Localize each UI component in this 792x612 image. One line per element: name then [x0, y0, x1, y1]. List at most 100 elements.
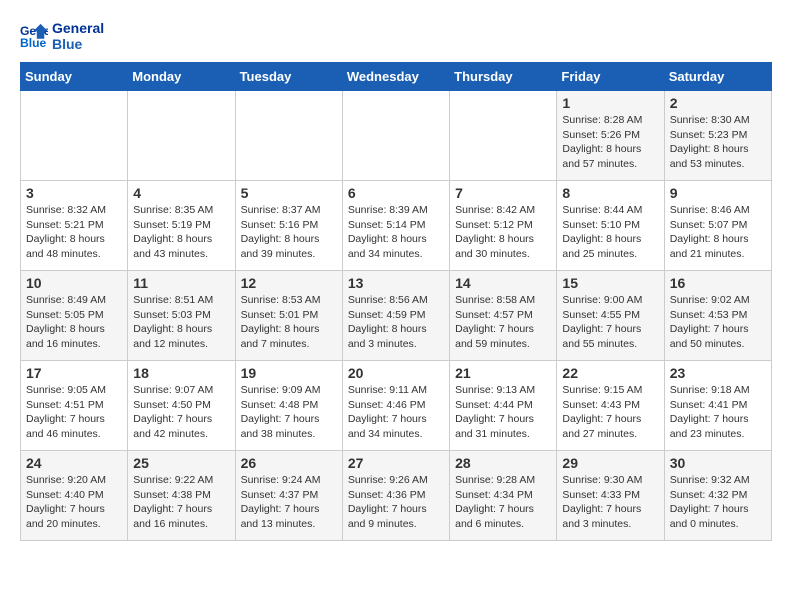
day-info: Sunrise: 9:05 AM Sunset: 4:51 PM Dayligh…: [26, 383, 122, 442]
day-number: 18: [133, 365, 229, 381]
day-number: 19: [241, 365, 337, 381]
calendar-cell: 25Sunrise: 9:22 AM Sunset: 4:38 PM Dayli…: [128, 451, 235, 541]
calendar-cell: 21 Sunrise: 9:13 AM Sunset: 4:44 PM Dayli…: [450, 361, 557, 451]
calendar-cell: 9 Sunrise: 8:46 AM Sunset: 5:07 PM Daylig…: [664, 181, 771, 271]
day-number: 6: [348, 185, 444, 201]
day-info: Sunrise: 8:51 AM Sunset: 5:03 PM Dayligh…: [133, 293, 229, 352]
day-number: 7: [455, 185, 551, 201]
calendar-cell: 30 Sunrise: 9:32 AM Sunset: 4:32 PM Dayli…: [664, 451, 771, 541]
day-info: Sunrise: 9:18 AM Sunset: 4:41 PM Dayligh…: [670, 383, 766, 442]
calendar-cell: 27 Sunrise: 9:26 AM Sunset: 4:36 PM Dayli…: [342, 451, 449, 541]
day-info: Sunrise: 8:30 AM Sunset: 5:23 PM Dayligh…: [670, 113, 766, 172]
day-info: Sunrise: 8:37 AM Sunset: 5:16 PM Dayligh…: [241, 203, 337, 262]
logo-blue: Blue: [52, 36, 104, 52]
calendar-cell: 16 Sunrise: 9:02 AM Sunset: 4:53 PM Dayli…: [664, 271, 771, 361]
day-info: Sunrise: 9:30 AM Sunset: 4:33 PM Dayligh…: [562, 473, 658, 532]
calendar-cell: 4 Sunrise: 8:35 AM Sunset: 5:19 PM Daylig…: [128, 181, 235, 271]
calendar-cell: 2 Sunrise: 8:30 AM Sunset: 5:23 PM Daylig…: [664, 91, 771, 181]
calendar-cell: 17 Sunrise: 9:05 AM Sunset: 4:51 PM Dayli…: [21, 361, 128, 451]
calendar-cell: 28 Sunrise: 9:28 AM Sunset: 4:34 PM Dayli…: [450, 451, 557, 541]
week-row-0: 1Sunrise: 8:28 AM Sunset: 5:26 PM Daylig…: [21, 91, 772, 181]
day-number: 29: [562, 455, 658, 471]
calendar-cell: 12Sunrise: 8:53 AM Sunset: 5:01 PM Dayli…: [235, 271, 342, 361]
day-info: Sunrise: 9:13 AM Sunset: 4:44 PM Dayligh…: [455, 383, 551, 442]
calendar-cell: 1Sunrise: 8:28 AM Sunset: 5:26 PM Daylig…: [557, 91, 664, 181]
day-info: Sunrise: 8:35 AM Sunset: 5:19 PM Dayligh…: [133, 203, 229, 262]
day-info: Sunrise: 9:32 AM Sunset: 4:32 PM Dayligh…: [670, 473, 766, 532]
day-number: 15: [562, 275, 658, 291]
day-number: 26: [241, 455, 337, 471]
day-number: 13: [348, 275, 444, 291]
calendar-cell: 18 Sunrise: 9:07 AM Sunset: 4:50 PM Dayli…: [128, 361, 235, 451]
day-info: Sunrise: 9:20 AM Sunset: 4:40 PM Dayligh…: [26, 473, 122, 532]
day-number: 24: [26, 455, 122, 471]
day-info: Sunrise: 9:28 AM Sunset: 4:34 PM Dayligh…: [455, 473, 551, 532]
calendar-cell: 14 Sunrise: 8:58 AM Sunset: 4:57 PM Dayli…: [450, 271, 557, 361]
day-number: 27: [348, 455, 444, 471]
day-info: Sunrise: 8:32 AM Sunset: 5:21 PM Dayligh…: [26, 203, 122, 262]
logo-general: General: [52, 20, 104, 36]
day-info: Sunrise: 9:15 AM Sunset: 4:43 PM Dayligh…: [562, 383, 658, 442]
day-info: Sunrise: 9:07 AM Sunset: 4:50 PM Dayligh…: [133, 383, 229, 442]
calendar-cell: 10 Sunrise: 8:49 AM Sunset: 5:05 PM Dayli…: [21, 271, 128, 361]
day-info: Sunrise: 9:24 AM Sunset: 4:37 PM Dayligh…: [241, 473, 337, 532]
day-info: Sunrise: 8:49 AM Sunset: 5:05 PM Dayligh…: [26, 293, 122, 352]
day-number: 11: [133, 275, 229, 291]
header-friday: Friday: [557, 63, 664, 91]
calendar-cell: [342, 91, 449, 181]
day-number: 23: [670, 365, 766, 381]
day-info: Sunrise: 8:44 AM Sunset: 5:10 PM Dayligh…: [562, 203, 658, 262]
day-number: 9: [670, 185, 766, 201]
day-info: Sunrise: 9:11 AM Sunset: 4:46 PM Dayligh…: [348, 383, 444, 442]
day-number: 3: [26, 185, 122, 201]
week-row-2: 10 Sunrise: 8:49 AM Sunset: 5:05 PM Dayli…: [21, 271, 772, 361]
calendar-cell: 6 Sunrise: 8:39 AM Sunset: 5:14 PM Daylig…: [342, 181, 449, 271]
day-number: 5: [241, 185, 337, 201]
calendar-cell: 20 Sunrise: 9:11 AM Sunset: 4:46 PM Dayli…: [342, 361, 449, 451]
header-tuesday: Tuesday: [235, 63, 342, 91]
calendar-cell: [450, 91, 557, 181]
day-number: 17: [26, 365, 122, 381]
day-number: 28: [455, 455, 551, 471]
calendar-cell: 19 Sunrise: 9:09 AM Sunset: 4:48 PM Dayli…: [235, 361, 342, 451]
day-number: 10: [26, 275, 122, 291]
calendar-table: SundayMondayTuesdayWednesdayThursdayFrid…: [20, 62, 772, 541]
day-number: 20: [348, 365, 444, 381]
calendar-cell: 23 Sunrise: 9:18 AM Sunset: 4:41 PM Dayli…: [664, 361, 771, 451]
day-info: Sunrise: 8:53 AM Sunset: 5:01 PM Dayligh…: [241, 293, 337, 352]
logo: General Blue General Blue: [20, 20, 104, 52]
calendar-cell: 8 Sunrise: 8:44 AM Sunset: 5:10 PM Daylig…: [557, 181, 664, 271]
header-saturday: Saturday: [664, 63, 771, 91]
day-info: Sunrise: 8:46 AM Sunset: 5:07 PM Dayligh…: [670, 203, 766, 262]
day-number: 25: [133, 455, 229, 471]
day-number: 22: [562, 365, 658, 381]
calendar-cell: 5 Sunrise: 8:37 AM Sunset: 5:16 PM Daylig…: [235, 181, 342, 271]
day-number: 2: [670, 95, 766, 111]
day-info: Sunrise: 8:58 AM Sunset: 4:57 PM Dayligh…: [455, 293, 551, 352]
header-monday: Monday: [128, 63, 235, 91]
calendar-cell: 29 Sunrise: 9:30 AM Sunset: 4:33 PM Dayli…: [557, 451, 664, 541]
day-info: Sunrise: 8:39 AM Sunset: 5:14 PM Dayligh…: [348, 203, 444, 262]
day-number: 8: [562, 185, 658, 201]
day-number: 4: [133, 185, 229, 201]
day-info: Sunrise: 9:09 AM Sunset: 4:48 PM Dayligh…: [241, 383, 337, 442]
calendar-cell: [128, 91, 235, 181]
header-sunday: Sunday: [21, 63, 128, 91]
day-info: Sunrise: 9:02 AM Sunset: 4:53 PM Dayligh…: [670, 293, 766, 352]
calendar-cell: 15Sunrise: 9:00 AM Sunset: 4:55 PM Dayli…: [557, 271, 664, 361]
day-number: 14: [455, 275, 551, 291]
header: General Blue General Blue: [20, 20, 772, 52]
day-info: Sunrise: 8:42 AM Sunset: 5:12 PM Dayligh…: [455, 203, 551, 262]
week-row-1: 3 Sunrise: 8:32 AM Sunset: 5:21 PM Daylig…: [21, 181, 772, 271]
calendar-cell: 26 Sunrise: 9:24 AM Sunset: 4:37 PM Dayli…: [235, 451, 342, 541]
logo-icon: General Blue: [20, 22, 48, 50]
day-number: 30: [670, 455, 766, 471]
calendar-cell: 11 Sunrise: 8:51 AM Sunset: 5:03 PM Dayli…: [128, 271, 235, 361]
day-number: 1: [562, 95, 658, 111]
day-info: Sunrise: 9:26 AM Sunset: 4:36 PM Dayligh…: [348, 473, 444, 532]
calendar-cell: 22 Sunrise: 9:15 AM Sunset: 4:43 PM Dayli…: [557, 361, 664, 451]
day-number: 21: [455, 365, 551, 381]
day-number: 16: [670, 275, 766, 291]
calendar-cell: 7 Sunrise: 8:42 AM Sunset: 5:12 PM Daylig…: [450, 181, 557, 271]
calendar-cell: 24 Sunrise: 9:20 AM Sunset: 4:40 PM Dayli…: [21, 451, 128, 541]
